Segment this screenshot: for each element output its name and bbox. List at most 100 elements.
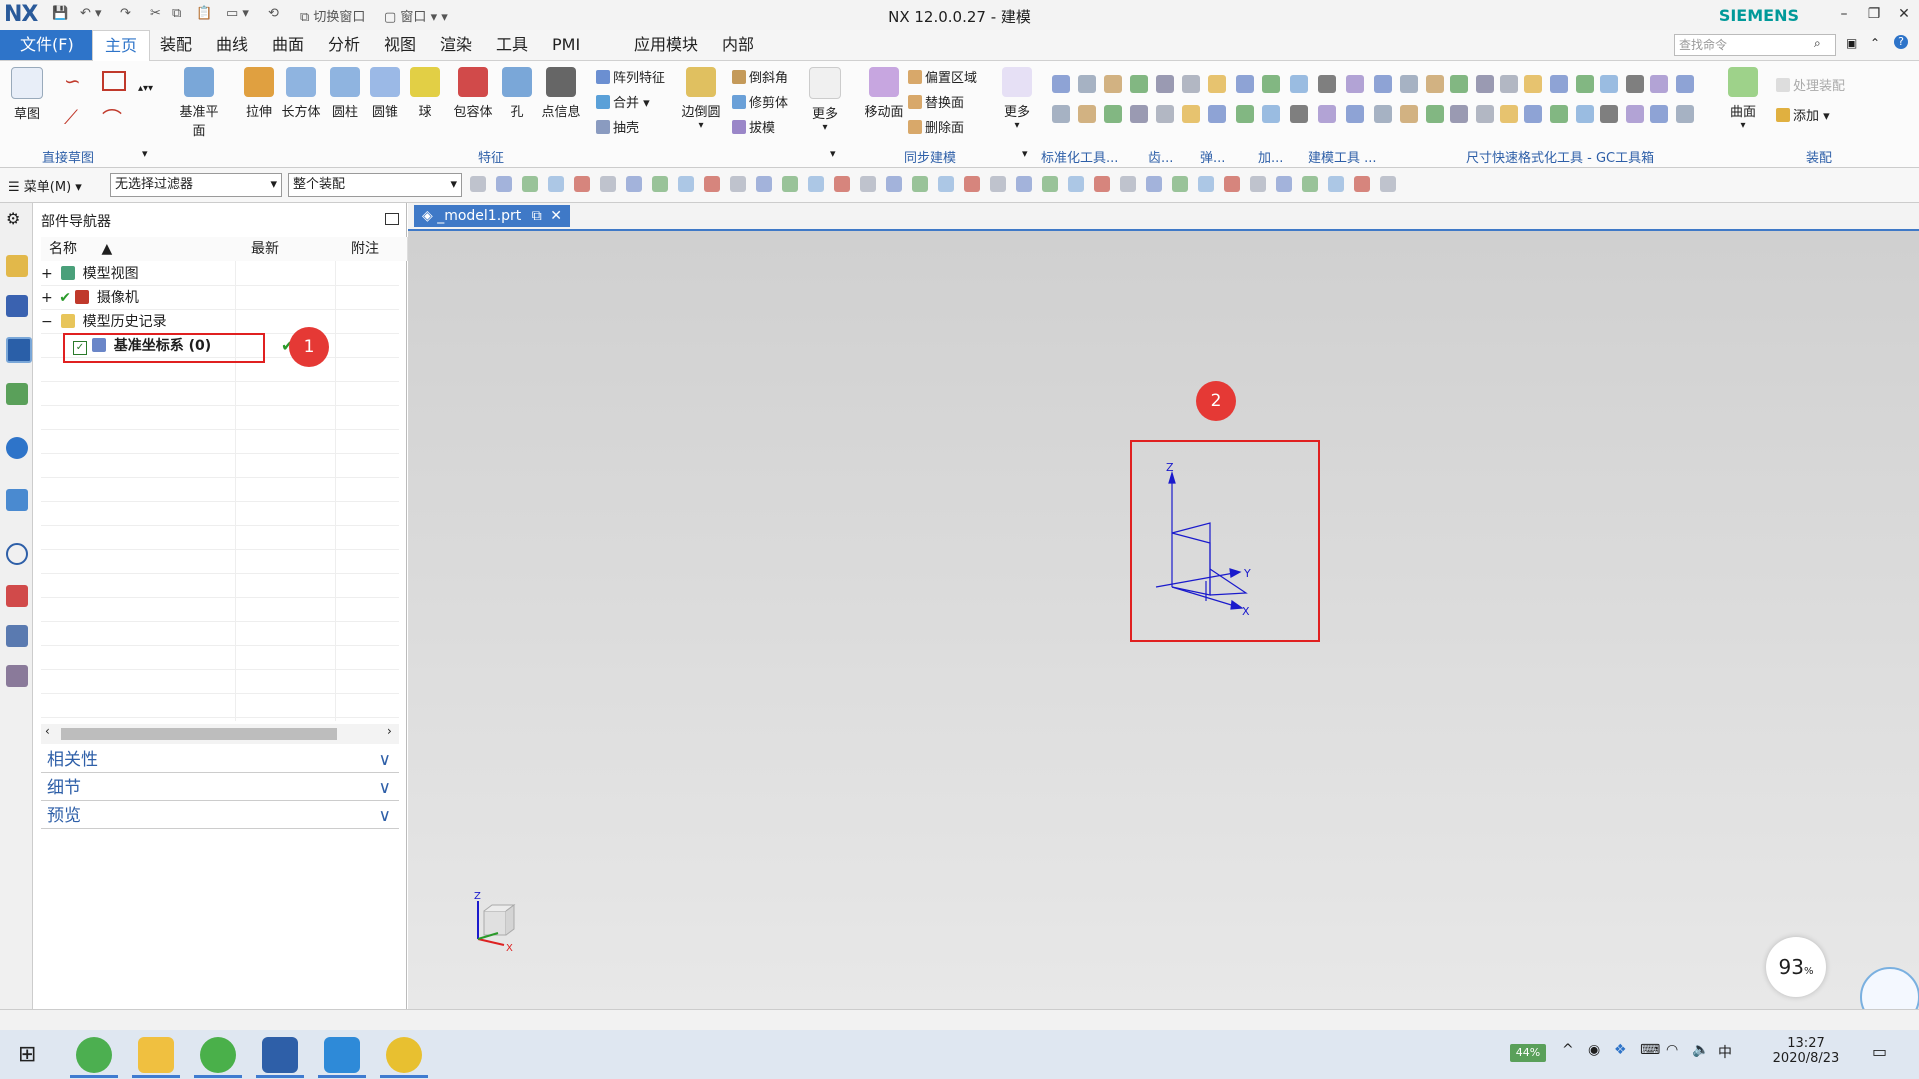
tool-icon-24[interactable]: [1374, 75, 1392, 93]
snap-point-icon-8[interactable]: [678, 176, 694, 192]
datum-csys-graphic[interactable]: Z Y X: [1134, 443, 1314, 637]
feature-group-dropdown-icon[interactable]: ▾: [830, 147, 836, 160]
snap-point-icon-27[interactable]: [1172, 176, 1188, 192]
snap-point-icon-6[interactable]: [626, 176, 642, 192]
line-icon[interactable]: ⟋: [64, 105, 78, 129]
windows-start-icon[interactable]: ⊞: [18, 1042, 36, 1067]
pattern-feature-button[interactable]: 阵列特征: [596, 67, 686, 92]
info-icon[interactable]: [6, 437, 28, 459]
snap-point-icon-21[interactable]: [1016, 176, 1032, 192]
tool-icon-44[interactable]: [1626, 75, 1644, 93]
feature-button-6[interactable]: 包容体: [450, 67, 496, 120]
process-assembly-button[interactable]: 处理装配: [1776, 75, 1845, 94]
close-tab-icon[interactable]: ✕: [550, 208, 562, 224]
column-name-header[interactable]: 名称 ▲: [41, 237, 244, 261]
collapse-icon[interactable]: −: [41, 314, 53, 330]
command-search-input[interactable]: 查找命令: [1674, 34, 1836, 56]
tool-icon-28[interactable]: [1426, 75, 1444, 93]
close-button[interactable]: ✕: [1890, 3, 1918, 25]
show-hidden-icons-icon[interactable]: ^: [1562, 1042, 1574, 1058]
tool-icon-0[interactable]: [1052, 75, 1070, 93]
snap-point-icon-31[interactable]: [1276, 176, 1292, 192]
snap-point-icon-28[interactable]: [1198, 176, 1214, 192]
tool-icon-36[interactable]: [1524, 75, 1542, 93]
replace-face-button[interactable]: 替换面: [908, 92, 1008, 117]
tool-icon-14[interactable]: [1236, 75, 1254, 93]
snap-point-icon-1[interactable]: [496, 176, 512, 192]
snap-point-icon-11[interactable]: [756, 176, 772, 192]
edge-blend-button[interactable]: 边倒圆 ▾: [678, 67, 724, 131]
tab-10[interactable]: 内部: [710, 30, 766, 60]
minimize-button[interactable]: –: [1830, 3, 1858, 25]
scroll-right-icon[interactable]: ›: [387, 724, 392, 738]
tab-0[interactable]: 主页: [92, 30, 151, 61]
tool-icon-29[interactable]: [1426, 105, 1444, 123]
tool-icon-17[interactable]: [1262, 105, 1280, 123]
main-menu-button[interactable]: ☰ 菜单(M) ▾: [8, 176, 82, 195]
tool-icon-33[interactable]: [1476, 105, 1494, 123]
tab-5[interactable]: 视图: [372, 30, 428, 60]
tab-1[interactable]: 装配: [148, 30, 204, 60]
scroll-left-icon[interactable]: ‹: [45, 724, 50, 738]
column-notes-header[interactable]: 附注: [343, 237, 408, 261]
system-material-icon[interactable]: [6, 585, 28, 607]
tab-3[interactable]: 曲面: [260, 30, 316, 60]
snap-point-icon-18[interactable]: [938, 176, 954, 192]
snap-point-icon-13[interactable]: [808, 176, 824, 192]
feature-button-5[interactable]: 球: [402, 67, 448, 120]
sketch-button[interactable]: 草图: [4, 67, 50, 122]
offset-region-button[interactable]: 偏置区域: [908, 67, 1008, 92]
tool-icon-10[interactable]: [1182, 75, 1200, 93]
tool-icon-48[interactable]: [1676, 75, 1694, 93]
snap-point-icon-29[interactable]: [1224, 176, 1240, 192]
nx-app-icon[interactable]: [262, 1037, 298, 1073]
tab-4[interactable]: 分析: [316, 30, 372, 60]
tree-row-cameras[interactable]: + ✔ 摄像机: [41, 286, 139, 310]
app-icon[interactable]: [386, 1037, 422, 1073]
snap-point-icon-34[interactable]: [1354, 176, 1370, 192]
tool-icon-7[interactable]: [1130, 105, 1148, 123]
tray-app-icon[interactable]: ◉: [1588, 1042, 1600, 1058]
tool-icon-9[interactable]: [1156, 105, 1174, 123]
battery-indicator[interactable]: 44%: [1510, 1044, 1546, 1062]
tab-9[interactable]: 应用模块: [622, 30, 710, 60]
tool-icon-3[interactable]: [1078, 105, 1096, 123]
tool-icon-22[interactable]: [1346, 75, 1364, 93]
constraint-navigator-icon[interactable]: [6, 295, 28, 317]
settings-gear-icon[interactable]: ⚙: [6, 209, 28, 231]
tool-icon-19[interactable]: [1290, 105, 1308, 123]
clock[interactable]: 13:27 2020/8/23: [1770, 1036, 1842, 1066]
tool-icon-41[interactable]: [1576, 105, 1594, 123]
snap-point-icon-14[interactable]: [834, 176, 850, 192]
process-studio-icon[interactable]: [6, 625, 28, 647]
keyboard-icon[interactable]: ⌨: [1640, 1042, 1660, 1058]
file-explorer-icon[interactable]: [138, 1037, 174, 1073]
feature-button-2[interactable]: 长方体: [278, 67, 324, 120]
tool-icon-35[interactable]: [1500, 105, 1518, 123]
snap-point-icon-12[interactable]: [782, 176, 798, 192]
scrollbar-thumb[interactable]: [61, 728, 337, 740]
tab-7[interactable]: 工具: [484, 30, 540, 60]
tree-row-model-views[interactable]: + 模型视图: [41, 262, 139, 286]
wifi-icon[interactable]: ◠: [1666, 1042, 1678, 1058]
snap-point-icon-2[interactable]: [522, 176, 538, 192]
tool-icon-45[interactable]: [1626, 105, 1644, 123]
snap-point-icon-32[interactable]: [1302, 176, 1318, 192]
tab-2[interactable]: 曲线: [204, 30, 260, 60]
add-component-button[interactable]: 添加 ▾: [1776, 105, 1830, 124]
tool-icon-47[interactable]: [1650, 105, 1668, 123]
tab-6[interactable]: 渲染: [428, 30, 484, 60]
more-sync-button[interactable]: 更多 ▾: [994, 67, 1040, 131]
graphics-window[interactable]: ◈ _model1.prt ⧉ ✕ 2 Z Y X Z X 93%: [408, 203, 1919, 1027]
reuse-library-icon[interactable]: [6, 383, 28, 405]
snap-point-icon-16[interactable]: [886, 176, 902, 192]
tool-icon-37[interactable]: [1524, 105, 1542, 123]
section-preview[interactable]: 预览 ∨: [41, 803, 399, 829]
trim-body-button[interactable]: 修剪体: [732, 92, 812, 117]
tool-icon-5[interactable]: [1104, 105, 1122, 123]
tree-row-model-history[interactable]: − 模型历史记录: [41, 310, 167, 334]
shell-button[interactable]: 抽壳: [596, 117, 686, 142]
search-icon[interactable]: ⌕: [1814, 36, 1821, 51]
tab-file[interactable]: 文件(F): [0, 30, 94, 60]
snap-point-icon-30[interactable]: [1250, 176, 1266, 192]
